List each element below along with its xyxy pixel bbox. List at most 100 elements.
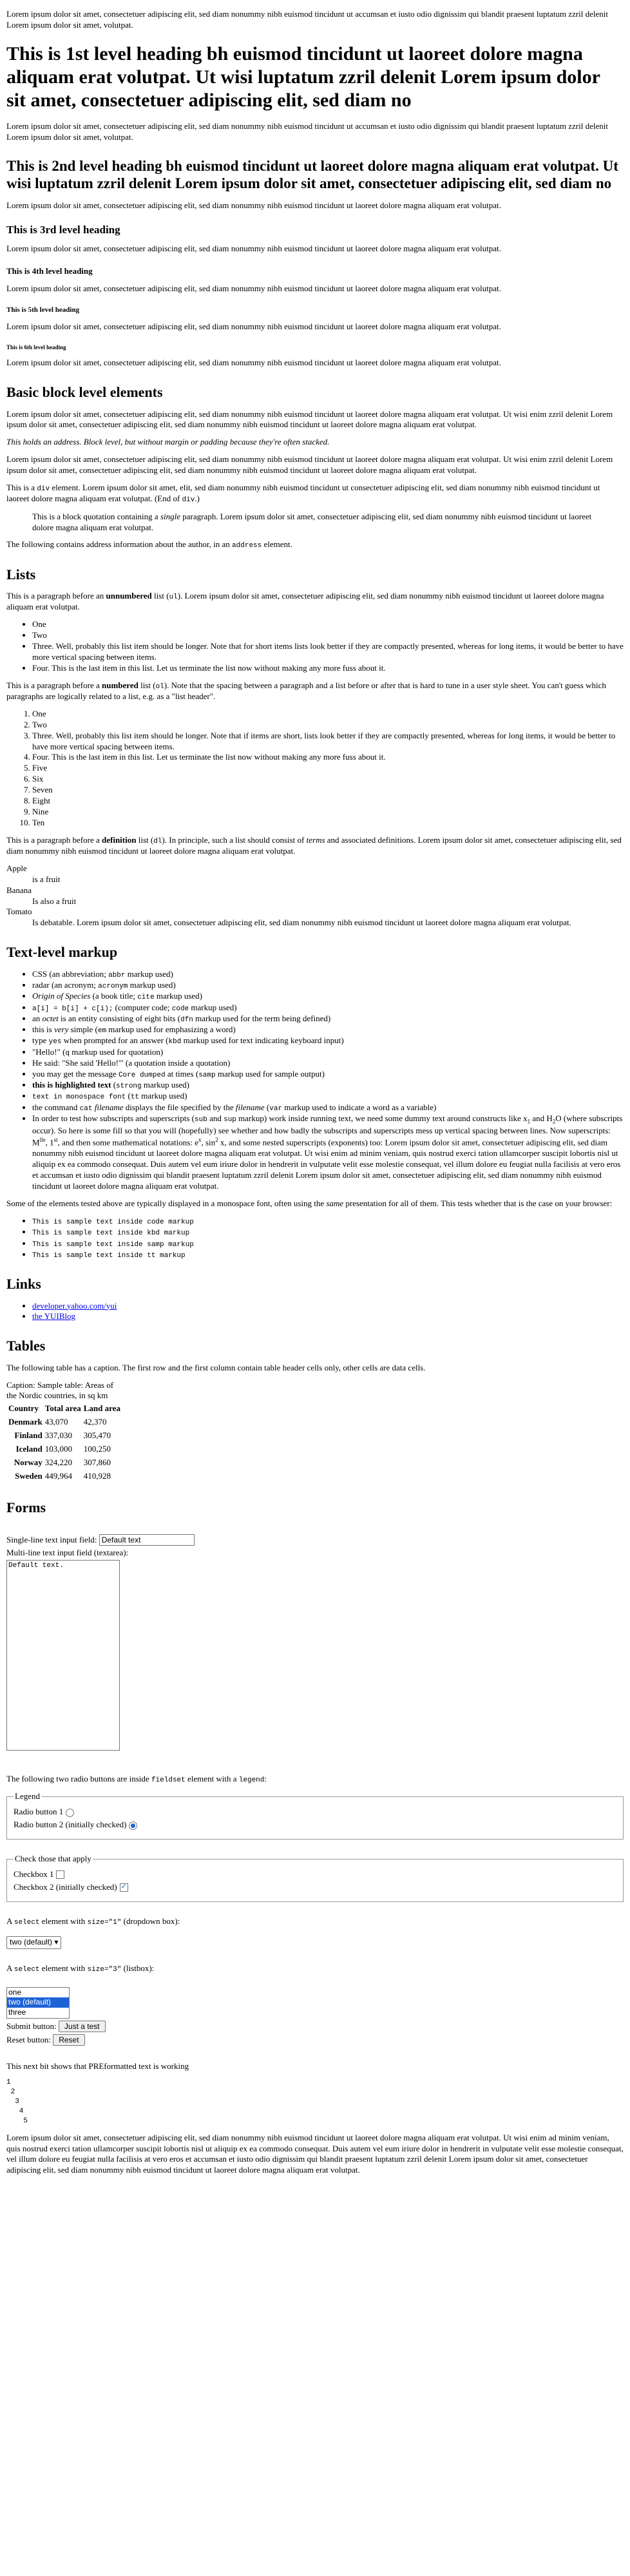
listbox-option-selected[interactable]: two (default) (7, 1997, 69, 2008)
list-item: One (32, 709, 624, 720)
dl-intro-strong: definition (102, 834, 137, 845)
reset-button[interactable]: Reset (53, 2033, 85, 2046)
list-item: Origin of Species (a book title; cite ma… (32, 991, 624, 1002)
list-item: "Hello!" (q markup used for quotation) (32, 1047, 624, 1058)
list-item: This is sample text inside code markup (32, 1216, 624, 1227)
list-item: This is sample text inside tt markup (32, 1249, 624, 1260)
list-item: Nine (32, 807, 624, 818)
ol-intro-a: This is a paragraph before a (6, 680, 102, 690)
definition-description: Is also a fruit (32, 896, 77, 906)
intro-paragraph: Lorem ipsum dolor sit amet, consectetuer… (6, 9, 609, 30)
table-cell: 337,030 (44, 1430, 72, 1441)
ol-intro-strong: numbered (102, 680, 138, 690)
tables-intro: The following table has a caption. The f… (6, 1362, 426, 1372)
multi-line-textarea[interactable]: Default text. (6, 1559, 120, 1751)
mono-intro-a: Some of the elements tested above are ty… (6, 1198, 327, 1209)
dl-intro-em: terms (306, 834, 325, 845)
div-element-text: This is a div element. Lorem ipsum dolor… (6, 483, 624, 505)
div-text-a: This is a (6, 483, 37, 493)
list-item: He said: "She said 'Hello!'" (a quotatio… (32, 1058, 624, 1069)
listbox-intro: A select element with size="3" (listbox)… (6, 1963, 624, 1974)
listbox-intro-c: (listbox): (121, 1963, 155, 1973)
list-item: the command cat filename displays the fi… (32, 1102, 624, 1113)
checkbox-2[interactable] (119, 1882, 128, 1892)
table-row-header: Finland (14, 1430, 43, 1441)
heading-3-paragraph: Lorem ipsum dolor sit amet, consectetuer… (6, 243, 501, 253)
unordered-list: One Two Three. Well, probably this list … (6, 619, 624, 673)
heading-level-4: This is 4th level heading (6, 265, 93, 276)
dropdown-select[interactable]: two (default) ▾ (6, 1936, 62, 1949)
radio-1-label: Radio button 1 (14, 1807, 64, 1817)
block-paragraph-2: Lorem ipsum dolor sit amet, consectetuer… (6, 454, 613, 476)
heading-level-1: This is 1st level heading bh euismod tin… (6, 43, 600, 111)
tt-sample: This is sample text inside tt markup (32, 1251, 186, 1260)
list-item: Three. Well, probably this list item sho… (32, 641, 624, 663)
link-yuiblog[interactable]: the YUIBlog (32, 1311, 75, 1321)
single-line-input[interactable] (99, 1534, 195, 1546)
table-row: Iceland 103,000 100,250 (8, 1443, 121, 1456)
list-item: a[i] = b[i] + c[i); (computer code; code… (32, 1003, 624, 1014)
table-cell: 449,964 (44, 1470, 72, 1481)
block-quotation: This is a block quotation containing a s… (32, 512, 598, 533)
code-sample: This is sample text inside code markup (32, 1218, 194, 1226)
radio-intro-code-1: fieldset (151, 1776, 186, 1784)
address-code: address (232, 542, 262, 550)
listbox-intro-b: element with (39, 1963, 88, 1973)
text-level-list: CSS (an abbreviation; abbr markup used) … (6, 969, 624, 1192)
ordered-list: One Two Three. Well, probably this list … (6, 709, 624, 829)
definition-list: Apple is a fruit Banana Is also a fruit … (6, 863, 624, 928)
submit-button[interactable]: Just a test (58, 2020, 106, 2032)
div-code: div (37, 485, 50, 494)
single-line-row: Single-line text input field: (6, 1534, 624, 1546)
table-header-row: Country Total area Land area (8, 1403, 121, 1415)
link-yui[interactable]: developer.yahoo.com/yui (32, 1301, 117, 1311)
table-row-header: Denmark (8, 1417, 43, 1427)
radio-row-1: Radio button 1 (14, 1807, 616, 1818)
radio-button-2[interactable] (129, 1821, 138, 1830)
table-row-header: Norway (14, 1457, 43, 1467)
dl-intro-b: list ( (136, 834, 154, 845)
heading-level-3: This is 3rd level heading (6, 223, 120, 236)
radio-intro-b: element with a (185, 1773, 239, 1783)
heading-level-5: This is 5th level heading (6, 306, 80, 314)
address-intro-b: element. (262, 539, 292, 550)
list-item: In order to test how subscripts and supe… (32, 1113, 624, 1192)
list-item: you may get the message Core dumped at t… (32, 1069, 624, 1080)
checkbox-fieldset: Check those that apply Checkbox 1 Checkb… (6, 1853, 624, 1902)
definition-list-intro: This is a paragraph before a definition … (6, 835, 624, 857)
div-code-2: div (182, 496, 195, 505)
dl-intro-c: ). In principle, such a list should cons… (162, 834, 307, 845)
dropdown-row: two (default) ▾ (6, 1936, 624, 1949)
address-intro: The following contains address informati… (6, 539, 624, 550)
final-paragraph: Lorem ipsum dolor sit amet, consectetuer… (6, 2132, 624, 2175)
ul-intro-a: This is a paragraph before an (6, 591, 106, 601)
table-cell: 324,220 (44, 1457, 72, 1467)
table-cell: 305,470 (83, 1430, 111, 1441)
radio-row-2: Radio button 2 (initially checked) (14, 1820, 616, 1831)
ol-intro-code: ol (155, 682, 164, 691)
quote-emphasis: single (160, 511, 180, 521)
radio-button-1[interactable] (66, 1808, 75, 1817)
kbd-sample: This is sample text inside kbd markup (32, 1229, 190, 1238)
heading-5-paragraph: Lorem ipsum dolor sit amet, consectetuer… (6, 321, 501, 331)
table-row: Sweden 449,964 410,928 (8, 1470, 121, 1483)
list-item: Five (32, 763, 624, 774)
definition-term: Banana (6, 885, 32, 895)
mono-intro-b: presentation for all of them. This tests… (343, 1198, 613, 1209)
listbox-select[interactable]: one two (default) three (6, 1986, 70, 2019)
checkbox-1[interactable] (56, 1870, 65, 1879)
monospace-list: This is sample text inside code markup T… (6, 1216, 624, 1260)
ul-intro-code: ul (169, 593, 178, 602)
list-item: This is sample text inside samp markup (32, 1238, 624, 1249)
list-item: radar (an acronym; acronym markup used) (32, 980, 624, 991)
listbox-option[interactable]: one (7, 1988, 69, 1998)
mono-intro-em: same (326, 1198, 344, 1209)
list-item: type yes when prompted for an answer (kb… (32, 1035, 624, 1046)
list-item: developer.yahoo.com/yui (32, 1301, 624, 1312)
table-row: Denmark 43,070 42,370 (8, 1416, 121, 1428)
listbox-option[interactable]: three (7, 2008, 69, 2018)
table-row-header: Sweden (15, 1470, 43, 1481)
radio-intro-code-2: legend (238, 1776, 265, 1784)
heading-level-6: This is 6th level heading (6, 343, 66, 351)
multi-line-label: Multi-line text input field (textarea): (6, 1548, 129, 1558)
